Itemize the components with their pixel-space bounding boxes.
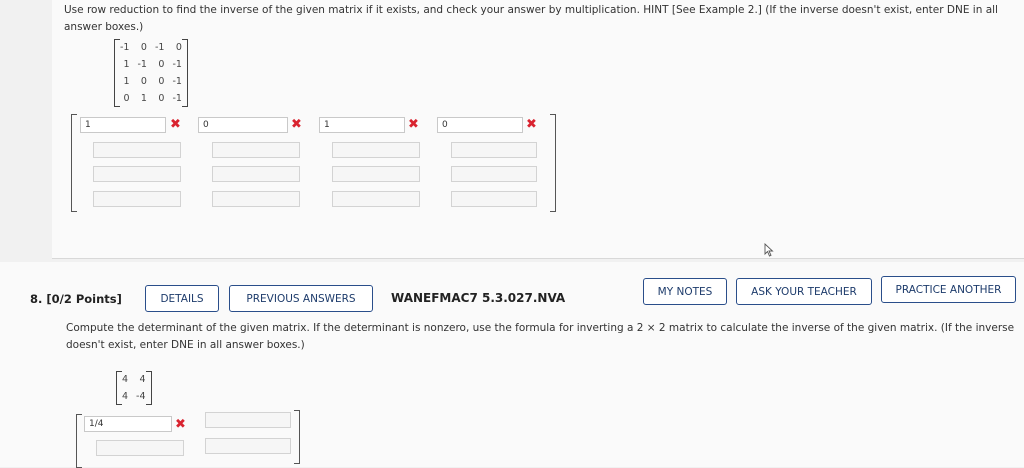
answer-bracket-left (71, 114, 77, 212)
q7-answer-r3c2[interactable] (212, 166, 300, 182)
answer-bracket-left (76, 414, 82, 468)
ask-your-teacher-button[interactable]: ASK YOUR TEACHER (736, 278, 872, 305)
mouse-pointer-icon (764, 243, 774, 257)
q7-answer-r2c4[interactable] (451, 142, 537, 158)
q7-answer-r4c3[interactable] (332, 191, 420, 207)
q7-answer-r4c4[interactable] (451, 191, 537, 207)
q7-answer-r3c1[interactable] (93, 166, 181, 182)
q8-heading: 8. [0/2 Points] (30, 292, 122, 306)
q8-answer-r2c1[interactable] (96, 440, 184, 456)
q7-given-matrix: -1 0 -1 0 1 -1 0 -1 1 0 0 -1 0 1 0 -1 (114, 39, 188, 107)
x-mark-icon: ✖ (526, 117, 537, 132)
question-code: WANEFMAC7 5.3.027.NVA (391, 291, 566, 305)
previous-answers-button[interactable]: PREVIOUS ANSWERS (229, 285, 373, 312)
answer-bracket-right (550, 114, 556, 212)
q7-answer-r2c3[interactable] (332, 142, 420, 158)
q7-answer-r2c1[interactable] (93, 142, 181, 158)
practice-another-button[interactable]: PRACTICE ANOTHER (881, 276, 1016, 303)
q8-answer-r2c2[interactable] (205, 438, 291, 454)
q7-answer-r4c2[interactable] (212, 191, 300, 207)
answer-bracket-right (294, 410, 300, 464)
q7-answer-r4c1[interactable] (93, 191, 181, 207)
q8-answer-r1c1[interactable]: 1/4 (84, 416, 172, 432)
x-mark-icon: ✖ (291, 117, 302, 132)
q8-number: 8. (30, 292, 43, 306)
q7-answer-r1c4[interactable]: 0 (437, 117, 523, 133)
x-mark-icon: ✖ (175, 417, 186, 432)
q7-answer-r2c2[interactable] (212, 142, 300, 158)
q8-prompt: Compute the determinant of the given mat… (66, 322, 1015, 351)
q7-answer-r1c3[interactable]: 1 (319, 117, 405, 133)
details-button[interactable]: DETAILS (145, 285, 219, 312)
q7-answer-r1c1[interactable]: 1 (80, 117, 166, 133)
q7-answer-r1c2[interactable]: 0 (198, 117, 288, 133)
my-notes-button[interactable]: MY NOTES (643, 278, 727, 305)
x-mark-icon: ✖ (408, 117, 419, 132)
q7-answer-r3c3[interactable] (332, 166, 420, 182)
q7-prompt: Use row reduction to find the inverse of… (64, 4, 998, 33)
q8-answer-r1c2[interactable] (205, 412, 291, 428)
x-mark-icon: ✖ (170, 117, 181, 132)
q7-answer-r3c4[interactable] (451, 166, 537, 182)
q8-points: [0/2 Points] (46, 292, 122, 306)
q8-given-matrix: 44 4 -4 (116, 371, 152, 405)
